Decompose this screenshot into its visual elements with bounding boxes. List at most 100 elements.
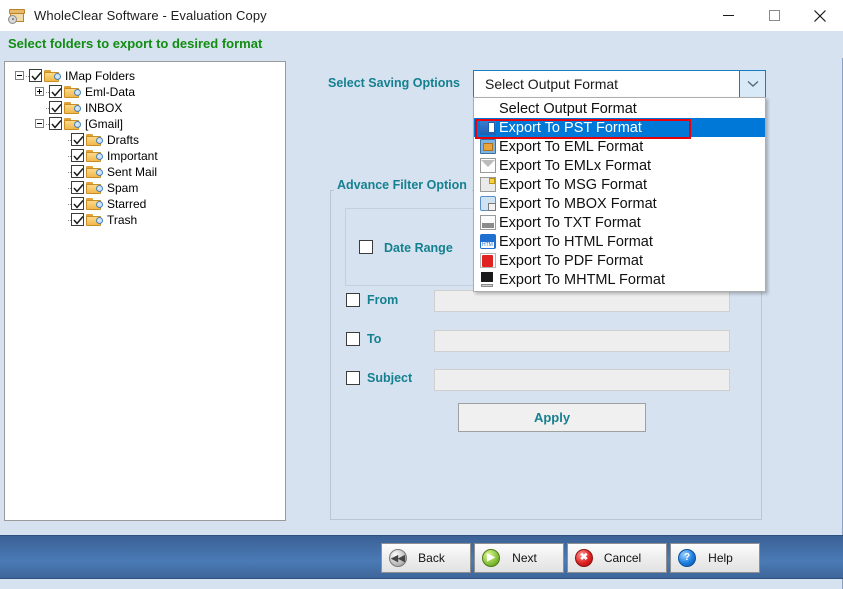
to-input[interactable] xyxy=(434,330,730,352)
back-button-label: Back xyxy=(418,551,445,565)
date-range-checkbox[interactable] xyxy=(359,240,373,254)
dropdown-option-label: Export To MHTML Format xyxy=(499,271,665,288)
window-controls xyxy=(705,0,843,31)
help-button-label: Help xyxy=(708,551,733,565)
dropdown-option[interactable]: Select Output Format xyxy=(474,99,765,118)
txt-icon xyxy=(480,215,496,230)
tree-item[interactable]: Drafts xyxy=(5,132,285,148)
collapse-icon[interactable] xyxy=(35,119,44,128)
tree-item-label: Sent Mail xyxy=(107,165,158,179)
output-format-combobox[interactable]: Select Output Format xyxy=(473,70,766,98)
dropdown-option[interactable]: Export To PDF Format xyxy=(474,251,765,270)
tree-item-checkbox[interactable] xyxy=(71,133,84,146)
tree-item-label: Important xyxy=(107,149,158,163)
folder-icon xyxy=(64,101,81,115)
from-input[interactable] xyxy=(434,290,730,312)
pst-icon xyxy=(480,120,496,135)
dropdown-option[interactable]: Export To TXT Format xyxy=(474,213,765,232)
from-checkbox[interactable] xyxy=(346,293,360,307)
subject-label: Subject xyxy=(367,371,413,385)
cancel-button[interactable]: ✖ Cancel xyxy=(567,543,667,573)
tree-item-checkbox[interactable] xyxy=(29,69,42,82)
folder-tree: IMap Folders Eml-Data INBOX [Gmail] Drafts Im… xyxy=(5,62,285,228)
collapse-icon[interactable] xyxy=(15,71,24,80)
tree-item[interactable]: Sent Mail xyxy=(5,164,285,180)
tree-item[interactable]: INBOX xyxy=(5,100,285,116)
tree-item[interactable]: IMap Folders xyxy=(5,68,285,84)
dropdown-option-label: Export To HTML Format xyxy=(499,233,653,250)
folder-icon xyxy=(86,165,103,179)
mhtml-icon xyxy=(480,272,496,287)
dropdown-option[interactable]: Export To MSG Format xyxy=(474,175,765,194)
dropdown-option[interactable]: Export To MBOX Format xyxy=(474,194,765,213)
folder-icon xyxy=(86,197,103,211)
chevron-down-icon[interactable] xyxy=(739,71,765,97)
application-window: WholeClear Software - Evaluation Copy Se… xyxy=(0,0,843,589)
folder-tree-panel[interactable]: IMap Folders Eml-Data INBOX [Gmail] Drafts Im… xyxy=(4,61,286,521)
dropdown-option[interactable]: Export To PST Format xyxy=(474,118,765,137)
dropdown-option[interactable]: Export To EMLx Format xyxy=(474,156,765,175)
tree-item-label: Trash xyxy=(107,213,138,227)
tree-item-checkbox[interactable] xyxy=(49,101,62,114)
dropdown-option[interactable]: Export To MHTML Format xyxy=(474,270,765,289)
apply-button[interactable]: Apply xyxy=(458,403,646,432)
advance-filter-legend: Advance Filter Option xyxy=(334,178,472,192)
emlx-icon xyxy=(480,158,496,173)
folder-icon xyxy=(64,85,81,99)
dropdown-option-label: Export To TXT Format xyxy=(499,214,641,231)
tree-item-checkbox[interactable] xyxy=(71,197,84,210)
next-icon: ▶ xyxy=(482,549,500,567)
instruction-text: Select folders to export to desired form… xyxy=(8,36,263,51)
minimize-button[interactable] xyxy=(705,0,751,31)
cancel-icon: ✖ xyxy=(575,549,593,567)
tree-item-checkbox[interactable] xyxy=(71,149,84,162)
dropdown-option-label: Export To EML Format xyxy=(499,138,644,155)
folder-icon xyxy=(86,149,103,163)
folder-icon xyxy=(64,117,81,131)
tree-item[interactable]: [Gmail] xyxy=(5,116,285,132)
back-button[interactable]: ◀◀ Back xyxy=(381,543,471,573)
tree-item[interactable]: Eml-Data xyxy=(5,84,285,100)
help-icon: ? xyxy=(678,549,696,567)
subject-input[interactable] xyxy=(434,369,730,391)
select-saving-options-label: Select Saving Options xyxy=(328,76,460,90)
cancel-button-label: Cancel xyxy=(603,551,642,565)
archive-box-icon xyxy=(8,7,26,25)
tree-item-label: Eml-Data xyxy=(85,85,136,99)
tree-item-checkbox[interactable] xyxy=(71,213,84,226)
tree-item-label: IMap Folders xyxy=(65,69,136,83)
folder-icon xyxy=(86,181,103,195)
html-icon xyxy=(480,234,496,249)
tree-item-checkbox[interactable] xyxy=(71,165,84,178)
tree-item-label: [Gmail] xyxy=(85,117,124,131)
tree-item-checkbox[interactable] xyxy=(49,117,62,130)
next-button[interactable]: ▶ Next xyxy=(474,543,564,573)
dropdown-option-label: Export To PST Format xyxy=(499,119,642,136)
help-button[interactable]: ? Help xyxy=(670,543,760,573)
to-checkbox[interactable] xyxy=(346,332,360,346)
output-format-dropdown-list[interactable]: Select Output Format Export To PST Format… xyxy=(473,97,766,292)
folder-icon xyxy=(86,213,103,227)
date-range-label: Date Range xyxy=(384,241,453,255)
tree-item-checkbox[interactable] xyxy=(71,181,84,194)
tree-item-label: Spam xyxy=(107,181,139,195)
back-icon: ◀◀ xyxy=(389,549,407,567)
tree-item-checkbox[interactable] xyxy=(49,85,62,98)
subject-checkbox[interactable] xyxy=(346,371,360,385)
dropdown-option[interactable]: Export To EML Format xyxy=(474,137,765,156)
tree-item[interactable]: Spam xyxy=(5,180,285,196)
pdf-icon xyxy=(480,253,496,268)
tree-item-label: INBOX xyxy=(85,101,123,115)
to-label: To xyxy=(367,332,382,346)
tree-item[interactable]: Starred xyxy=(5,196,285,212)
eml-icon xyxy=(480,139,496,154)
next-button-label: Next xyxy=(512,551,537,565)
expand-icon[interactable] xyxy=(35,87,44,96)
tree-item[interactable]: Trash xyxy=(5,212,285,228)
tree-item[interactable]: Important xyxy=(5,148,285,164)
dropdown-option[interactable]: Export To HTML Format xyxy=(474,232,765,251)
title-bar: WholeClear Software - Evaluation Copy xyxy=(0,0,843,31)
close-button[interactable] xyxy=(797,0,843,31)
maximize-button[interactable] xyxy=(751,0,797,31)
dropdown-option-label: Select Output Format xyxy=(499,100,637,117)
